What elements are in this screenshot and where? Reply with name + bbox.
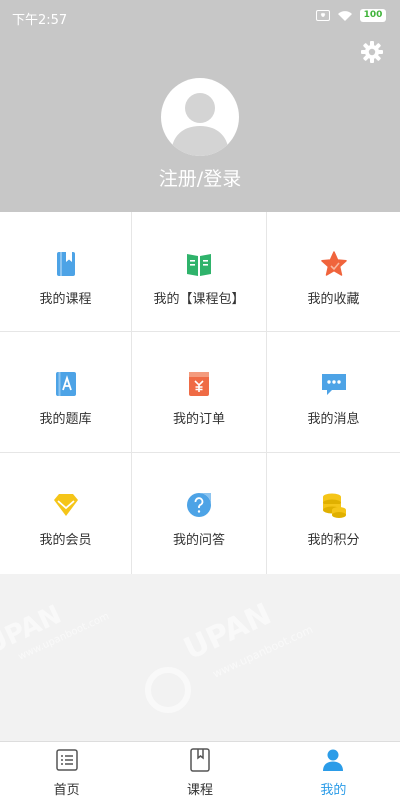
grid-item-orders[interactable]: 我的订单 [132, 332, 267, 453]
coins-icon [322, 493, 346, 518]
battery-icon: 100 [360, 9, 386, 22]
grid-item-label: 我的订单 [172, 412, 225, 427]
message-icon [321, 374, 346, 395]
grid-item-label: 我的积分 [307, 533, 360, 548]
tab-label: 课程 [186, 783, 213, 798]
tab-mine[interactable]: 我的 [267, 742, 400, 800]
tab-courses[interactable]: 课程 [133, 742, 266, 800]
profile-header: 注册/登录 [0, 36, 400, 212]
status-icons: 100 [316, 9, 386, 22]
open-book-icon [187, 254, 211, 276]
grid-item-qa[interactable]: 我的问答 [132, 453, 267, 574]
diamond-icon [53, 494, 78, 516]
book-icon [56, 252, 75, 276]
star-icon [320, 251, 347, 276]
grid-item-question-bank[interactable]: 我的题库 [0, 332, 132, 453]
tab-label: 首页 [53, 783, 80, 798]
grid-item-membership[interactable]: 我的会员 [0, 453, 132, 574]
status-bar: 下午2:57 100 [0, 0, 400, 36]
grid-item-label: 我的课程 [39, 292, 92, 307]
bottom-tab-bar: 首页 课程 我的 [0, 741, 400, 800]
grid-item-label: 我的消息 [307, 412, 360, 427]
status-time: 下午2:57 [12, 13, 68, 28]
grid-item-label: 我的问答 [172, 533, 225, 548]
login-register-link[interactable]: 注册/登录 [0, 164, 400, 191]
watermark: UPAN www.upanboot.com UPAN www.upanboot.… [0, 597, 315, 713]
avatar[interactable] [161, 78, 239, 156]
default-avatar-icon [171, 93, 229, 156]
order-icon [189, 372, 209, 396]
grid-item-favorites[interactable]: 我的收藏 [267, 212, 400, 332]
gear-icon[interactable] [360, 40, 384, 64]
wifi-icon [338, 10, 352, 21]
question-bank-icon [55, 372, 76, 396]
feature-grid: 我的课程 我的【课程包】 我的收藏 我的题库 我的订单 我的消息 我的会员 我的… [0, 212, 400, 574]
grid-item-messages[interactable]: 我的消息 [267, 332, 400, 453]
grid-item-points[interactable]: 我的积分 [267, 453, 400, 574]
no-sim-icon [316, 10, 330, 21]
grid-item-label: 我的会员 [39, 533, 92, 548]
user-icon [323, 749, 344, 771]
grid-item-course-package[interactable]: 我的【课程包】 [132, 212, 267, 332]
qa-icon [187, 493, 211, 517]
grid-item-my-courses[interactable]: 我的课程 [0, 212, 132, 332]
home-list-icon [55, 749, 78, 771]
tab-home[interactable]: 首页 [0, 742, 133, 800]
tab-label: 我的 [320, 783, 347, 798]
grid-item-label: 我的收藏 [307, 292, 360, 307]
grid-item-label: 我的题库 [39, 412, 92, 427]
grid-item-label: 我的【课程包】 [153, 292, 245, 307]
course-book-icon [190, 748, 210, 772]
